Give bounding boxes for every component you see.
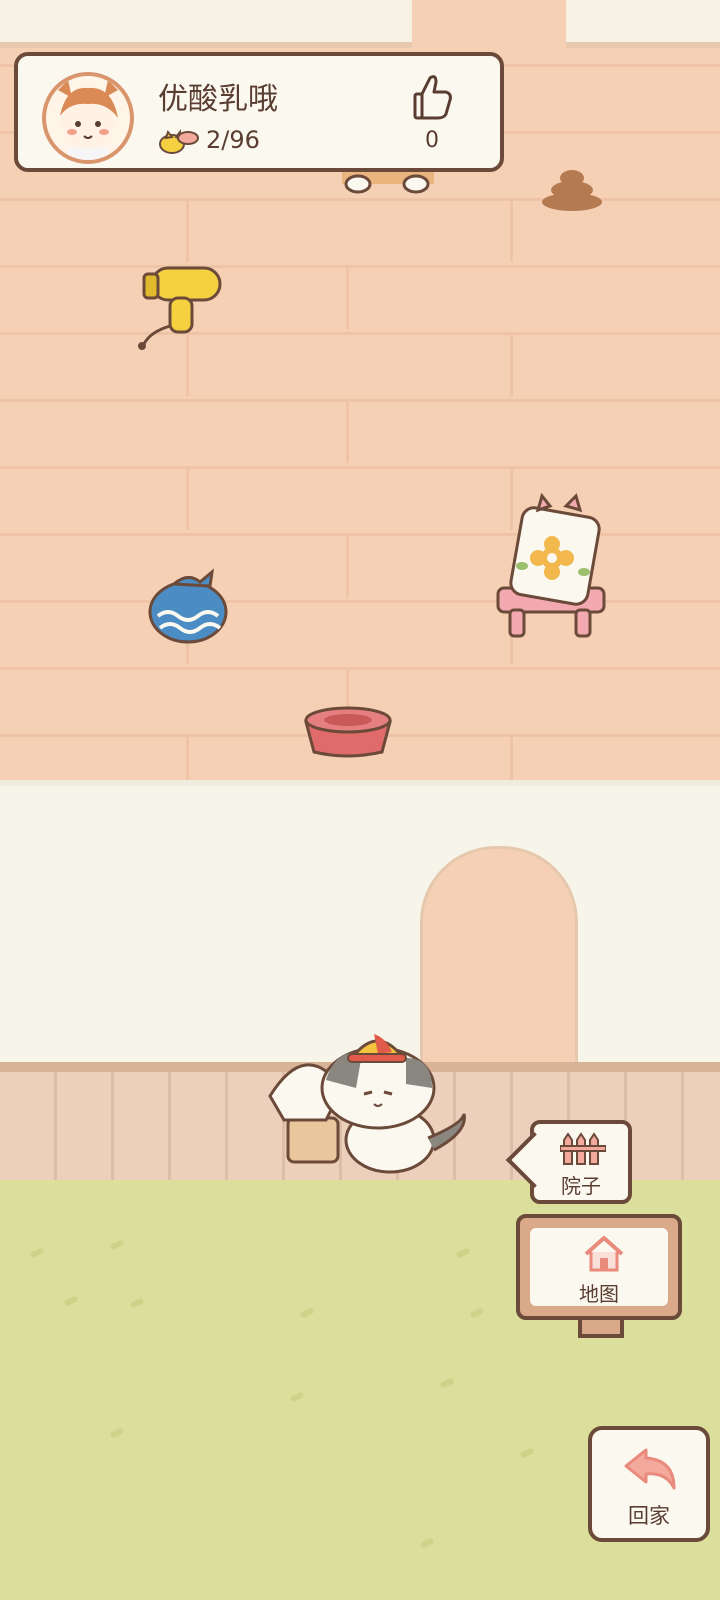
back-arrow-icon	[624, 1448, 676, 1490]
player-avatar[interactable]	[42, 72, 134, 164]
fish-count: 2/96	[206, 126, 260, 154]
game-scene	[0, 0, 720, 1600]
home-label: 回家	[628, 1504, 670, 1528]
yard-button[interactable]: 院子	[530, 1120, 632, 1204]
like-count: 0	[425, 128, 439, 153]
player-profile-card[interactable]: 优酸乳哦 2/96 0	[14, 52, 504, 172]
top-wall-left	[0, 0, 412, 48]
poop-icon[interactable]	[540, 164, 604, 212]
map-button[interactable]: 地图	[516, 1214, 682, 1320]
map-label: 地图	[579, 1282, 619, 1306]
house-icon	[584, 1236, 624, 1272]
food-bowl-icon[interactable]	[300, 702, 396, 760]
cat-with-helmet[interactable]	[266, 1028, 476, 1178]
blue-pouch-icon[interactable]	[144, 562, 232, 646]
hair-dryer-icon[interactable]	[130, 262, 230, 354]
home-button[interactable]: 回家	[588, 1426, 710, 1542]
yard-label: 院子	[561, 1174, 601, 1198]
fence-icon	[560, 1132, 606, 1165]
thumbs-up-icon[interactable]	[412, 72, 454, 120]
top-wall-right	[566, 0, 720, 48]
player-name: 优酸乳哦	[158, 82, 278, 117]
fish-coin-icon	[159, 129, 199, 154]
easel-icon[interactable]	[486, 492, 616, 642]
